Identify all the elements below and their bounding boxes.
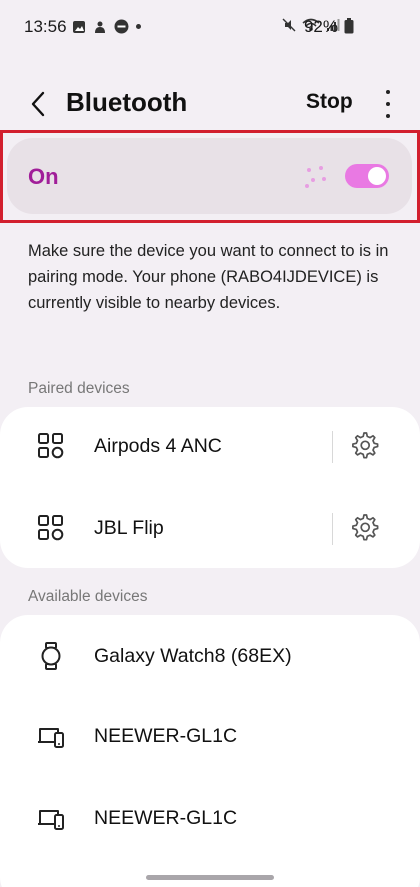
- switch-knob: [368, 167, 386, 185]
- more-dot: [386, 114, 390, 118]
- device-name: Galaxy Watch8 (68EX): [94, 645, 292, 667]
- bluetooth-toggle-row[interactable]: On: [7, 138, 412, 214]
- gear-icon[interactable]: [348, 511, 380, 543]
- app-icon: [114, 19, 129, 34]
- bluetooth-switch[interactable]: [345, 164, 389, 188]
- phone-monitor-icon: [38, 810, 64, 830]
- available-devices-header: Available devices: [28, 588, 148, 605]
- available-device-row[interactable]: NEEWER-GL1C: [0, 779, 420, 859]
- image-icon: [73, 20, 85, 33]
- battery-icon: [344, 18, 354, 34]
- mute-icon: [282, 18, 296, 32]
- visibility-description: Make sure the device you want to connect…: [28, 242, 389, 312]
- toggle-state-label: On: [28, 164, 59, 189]
- available-devices-list: Galaxy Watch8 (68EX) NEEWER-GL1C NEEWER-…: [0, 615, 420, 887]
- status-time: 13:56: [24, 17, 67, 36]
- device-name: NEEWER-GL1C: [94, 725, 238, 747]
- puzzle-icon: [95, 21, 105, 33]
- devices-grid-icon: [38, 433, 64, 459]
- more-dot: [386, 102, 390, 106]
- paired-device-row[interactable]: JBL Flip: [0, 489, 420, 569]
- divider: [332, 513, 333, 545]
- battery-percentage: 92%: [303, 17, 338, 36]
- chevron-left-icon: [31, 91, 45, 117]
- watch-icon: [41, 642, 61, 670]
- gesture-navigation-handle[interactable]: [146, 875, 274, 880]
- gear-icon[interactable]: [348, 429, 380, 461]
- app-bar: Bluetooth Stop: [0, 76, 420, 132]
- status-bar: 13:56 92%: [0, 0, 420, 54]
- page-title: Bluetooth: [66, 87, 188, 117]
- stop-scan-button[interactable]: Stop: [306, 90, 353, 114]
- back-button[interactable]: [20, 86, 56, 122]
- available-device-row[interactable]: Galaxy Watch8 (68EX): [0, 617, 420, 697]
- more-dot: [386, 90, 390, 94]
- device-name: JBL Flip: [94, 517, 164, 539]
- divider: [332, 431, 333, 463]
- more-options-button[interactable]: [382, 90, 394, 118]
- device-name: Airpods 4 ANC: [94, 435, 222, 457]
- paired-devices-list: Airpods 4 ANC JBL Flip: [0, 407, 420, 568]
- paired-devices-header: Paired devices: [28, 380, 130, 397]
- device-name: NEEWER-GL1C: [94, 807, 238, 829]
- scanning-indicator-icon: [305, 166, 326, 188]
- paired-device-row[interactable]: Airpods 4 ANC: [0, 407, 420, 487]
- bluetooth-settings-screen: 13:56 92% Bluetooth Stop On Make sure th…: [0, 0, 420, 887]
- dot-icon: [136, 24, 141, 29]
- devices-grid-icon: [38, 515, 64, 541]
- available-device-row[interactable]: NEEWER-GL1C: [0, 697, 420, 777]
- phone-monitor-icon: [38, 728, 64, 748]
- notification-icons: [72, 19, 141, 34]
